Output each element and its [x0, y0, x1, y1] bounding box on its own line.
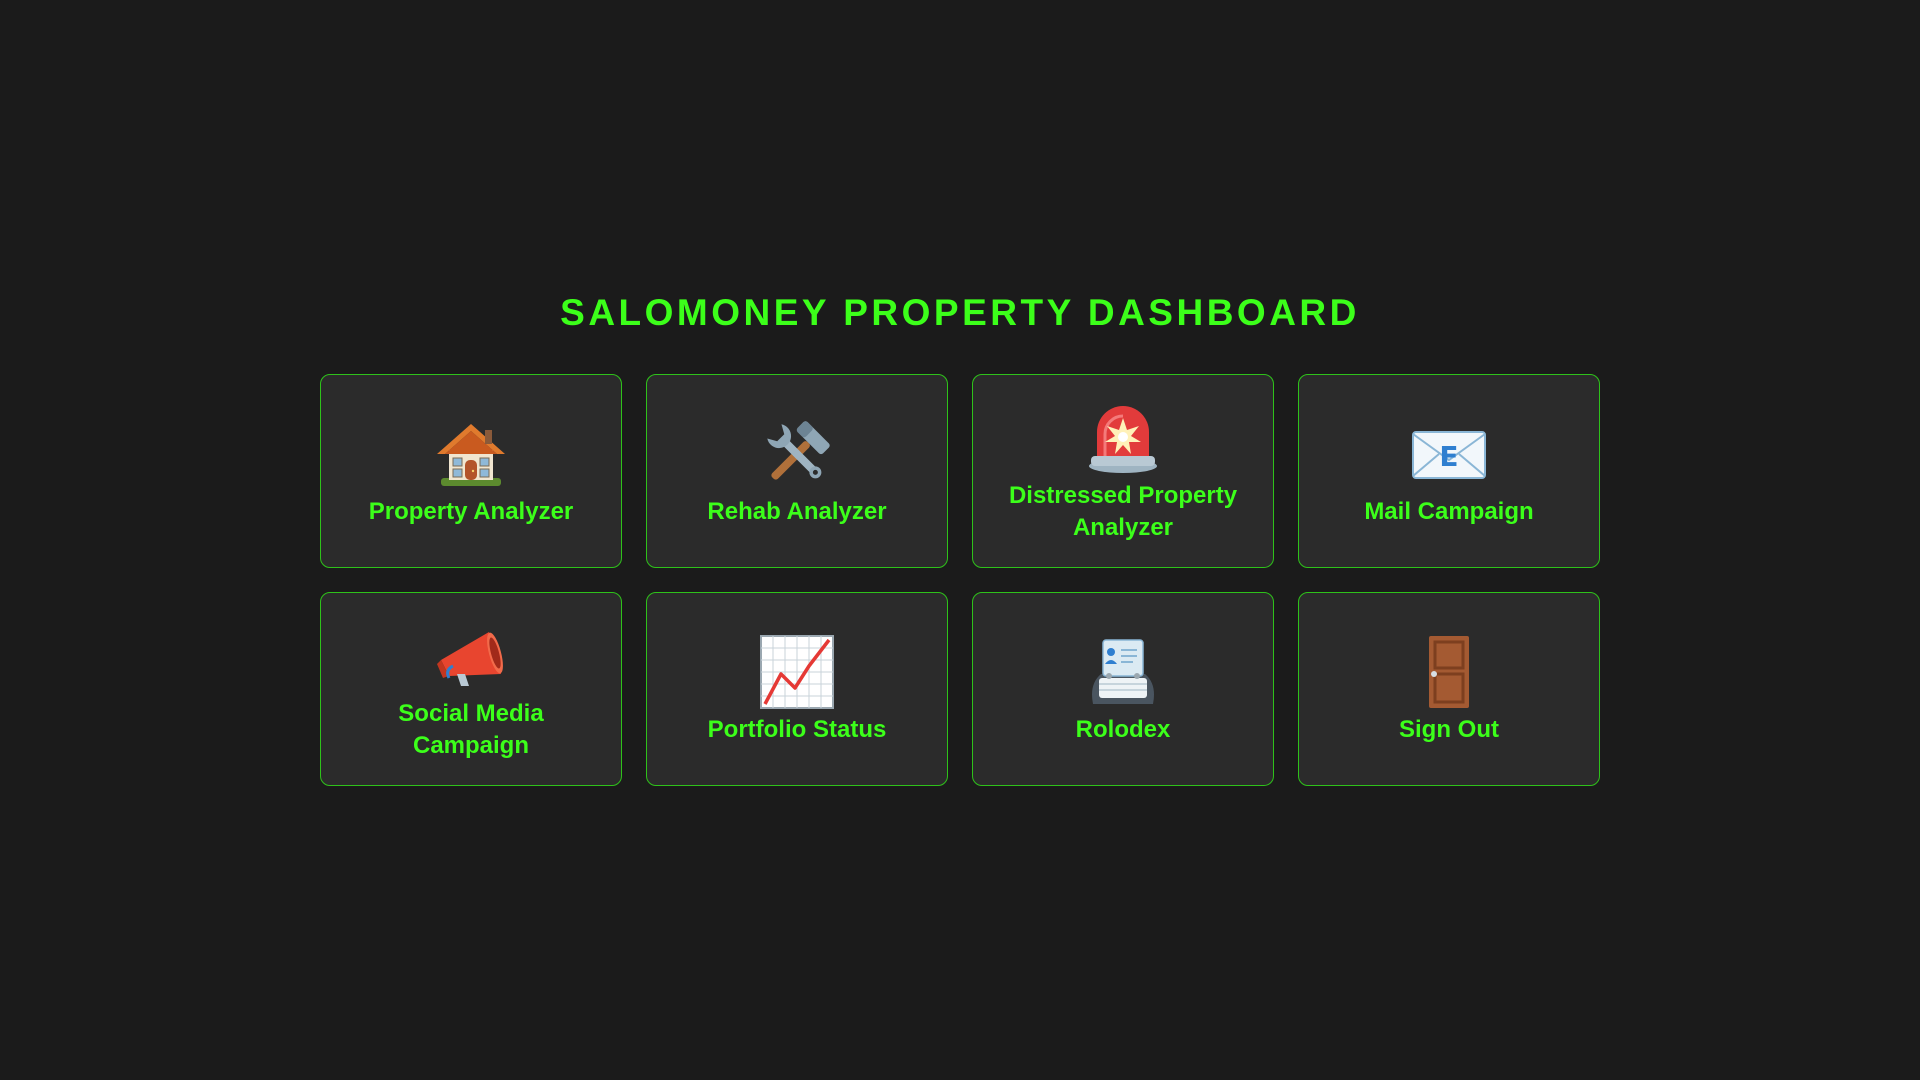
rolodex-icon: [1083, 632, 1163, 712]
email-envelope-icon: E: [1409, 414, 1489, 494]
distressed-property-analyzer-card[interactable]: Distressed Property Analyzer: [972, 374, 1274, 568]
sign-out-card[interactable]: Sign Out: [1298, 592, 1600, 786]
card-label: Portfolio Status: [707, 716, 887, 743]
card-label: Property Analyzer: [368, 498, 574, 525]
house-icon: [431, 414, 511, 494]
rehab-analyzer-card[interactable]: Rehab Analyzer: [646, 374, 948, 568]
property-analyzer-card[interactable]: Property Analyzer: [320, 374, 622, 568]
card-label: Mail Campaign: [1364, 498, 1534, 525]
chart-increasing-icon: [757, 632, 837, 712]
dashboard-page: SALOMONEY PROPERTY DASHBOARD Property An…: [0, 0, 1920, 1080]
card-label: Sign Out: [1399, 716, 1499, 743]
hammer-wrench-icon: [757, 414, 837, 494]
svg-text:E: E: [1439, 440, 1458, 473]
siren-icon: [1083, 398, 1163, 478]
page-title: SALOMONEY PROPERTY DASHBOARD: [560, 292, 1360, 333]
mail-campaign-card[interactable]: E Mail Campaign: [1298, 374, 1600, 568]
megaphone-icon: [431, 616, 511, 696]
dashboard-grid: Property Analyzer Rehab Analyzer Distres…: [320, 374, 1601, 786]
rolodex-card[interactable]: Rolodex: [972, 592, 1274, 786]
portfolio-status-card[interactable]: Portfolio Status: [646, 592, 948, 786]
card-label: Social Media Campaign: [398, 700, 544, 759]
card-label: Rolodex: [1075, 716, 1171, 743]
door-icon: [1409, 632, 1489, 712]
card-label: Rehab Analyzer: [707, 498, 887, 525]
social-media-campaign-card[interactable]: Social Media Campaign: [320, 592, 622, 786]
card-label: Distressed Property Analyzer: [1008, 482, 1238, 541]
